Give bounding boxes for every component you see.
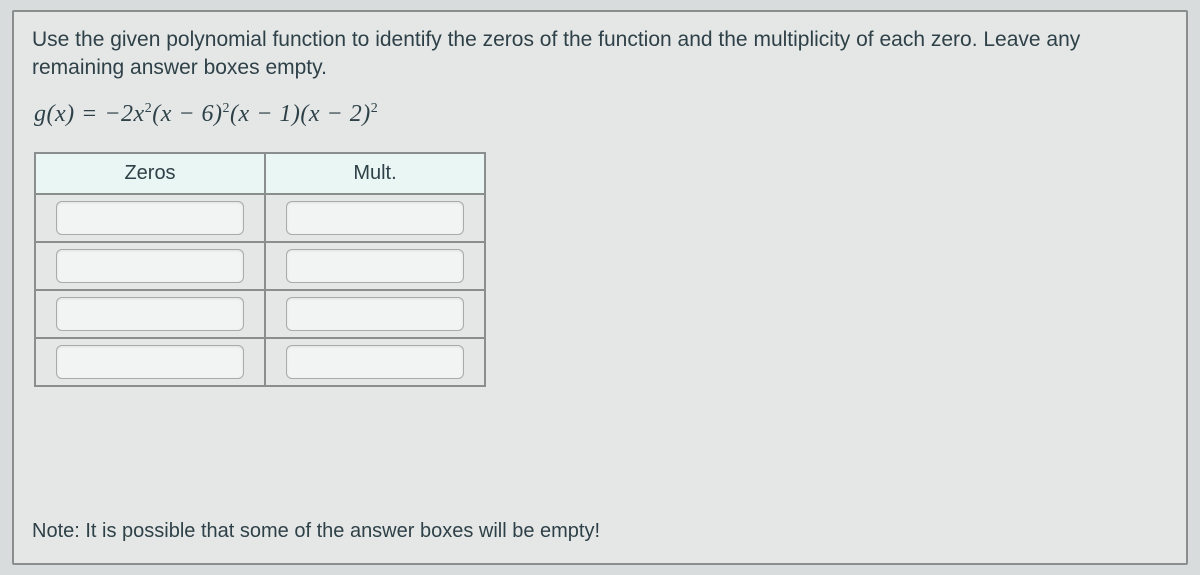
- instructions-text: Use the given polynomial function to ide…: [32, 26, 1168, 83]
- mult-input-2[interactable]: [286, 249, 464, 283]
- header-zeros: Zeros: [35, 153, 265, 194]
- question-panel: Use the given polynomial function to ide…: [12, 10, 1188, 565]
- zero-input-1[interactable]: [56, 201, 243, 235]
- table-row: [35, 290, 485, 338]
- table-row: [35, 338, 485, 386]
- mult-input-1[interactable]: [286, 201, 464, 235]
- table-row: [35, 194, 485, 242]
- mult-input-3[interactable]: [286, 297, 464, 331]
- note-text: Note: It is possible that some of the an…: [32, 520, 600, 543]
- zero-input-3[interactable]: [56, 297, 243, 331]
- table-row: [35, 242, 485, 290]
- zero-input-4[interactable]: [56, 345, 243, 379]
- zero-input-2[interactable]: [56, 249, 243, 283]
- header-mult: Mult.: [265, 153, 485, 194]
- polynomial-equation: g(x) = −2x2(x − 6)2(x − 1)(x − 2)2: [34, 101, 1168, 128]
- answer-table: Zeros Mult.: [34, 152, 486, 387]
- mult-input-4[interactable]: [286, 345, 464, 379]
